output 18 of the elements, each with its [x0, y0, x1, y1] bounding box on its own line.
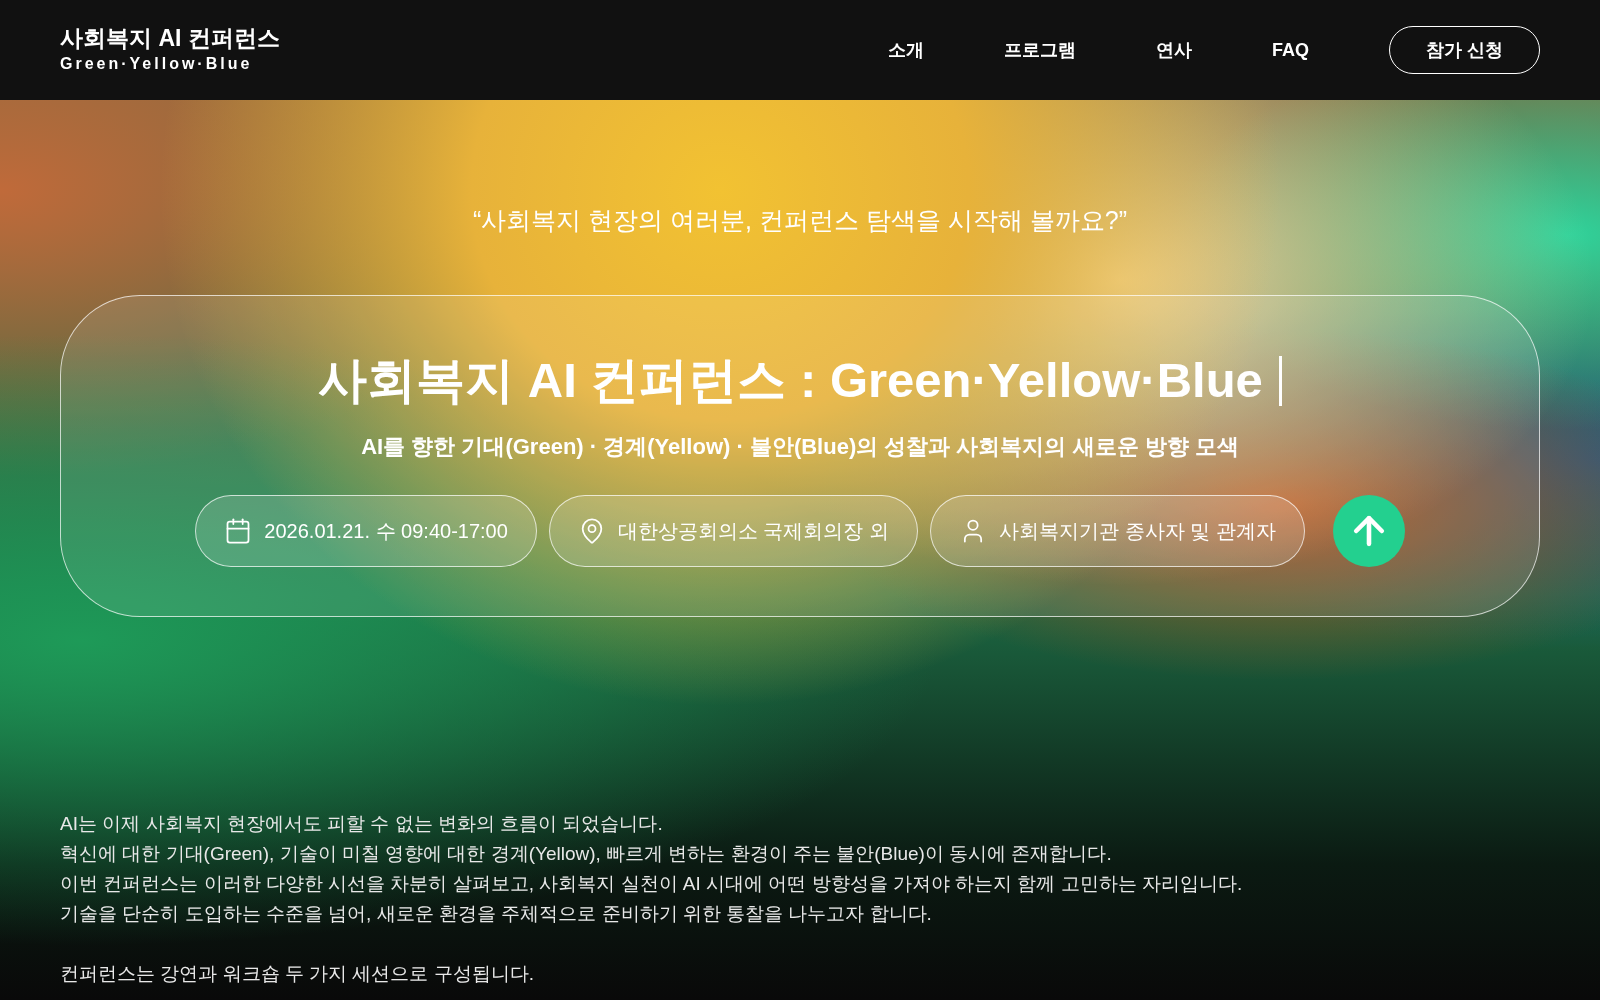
nav-link[interactable]: 소개: [887, 36, 924, 64]
intro-text: 이번 컨퍼런스는 이러한 다양한 시선을 차분히 살펴보고, 사회복지 실천이 AI 시대에 어떤 방향성을 가져야 하는지 함께 고민하는 자리입니다.: [60, 871, 1244, 896]
info-text: 2026.01.21. 수 09:40-17:00: [264, 518, 508, 544]
hero-quote: “사회복지 현장의 여러분, 컨퍼런스 탐색을 시작해 볼까요?”: [471, 205, 1129, 236]
intro-text: 혁신에 대한 기대(Green), 기술이 미칠 영향에 대한 경계(Yellow), 빠르게 변하는 환경이 주는 불안(Blue)이 동시에 존재합니다.: [60, 841, 1113, 866]
nav-link[interactable]: FAQ: [1271, 36, 1309, 64]
nav-link[interactable]: 프로그램: [1003, 36, 1076, 64]
intro-text: AI는 이제 사회복지 현장에서도 피할 수 없는 변화의 흐름이 되었습니다.: [60, 811, 664, 836]
hero-subtitle: AI를 향한 기대(Green) · 경계(Yellow) · 불안(Blue)의 성찰과 사회복지의 새로운 방향 모색: [361, 432, 1239, 461]
info-text: 대한상공회의소 국제회의장 외: [617, 518, 889, 544]
nav-link[interactable]: 연사: [1155, 36, 1192, 64]
logo-subtitle: Green·Yellow·Blue: [60, 54, 254, 75]
intro-text: 기술을 단순히 도입하는 수준을 넘어, 새로운 환경을 주체적으로 준비하기 위한 통찰을 나누고자 합니다.: [60, 901, 933, 926]
text-cursor: [1278, 356, 1282, 406]
intro-text: 컨퍼런스는 강연과 워크숍 두 가지 세션으로 구성됩니다.: [60, 961, 535, 986]
hero-title: 사회복지 AI 컨퍼런스 : Green·Yellow·Blue: [318, 352, 1263, 410]
info-text: 사회복지기관 종사자 및 관계자: [999, 518, 1276, 544]
logo-title: 사회복지 AI 컨퍼런스: [60, 23, 280, 53]
